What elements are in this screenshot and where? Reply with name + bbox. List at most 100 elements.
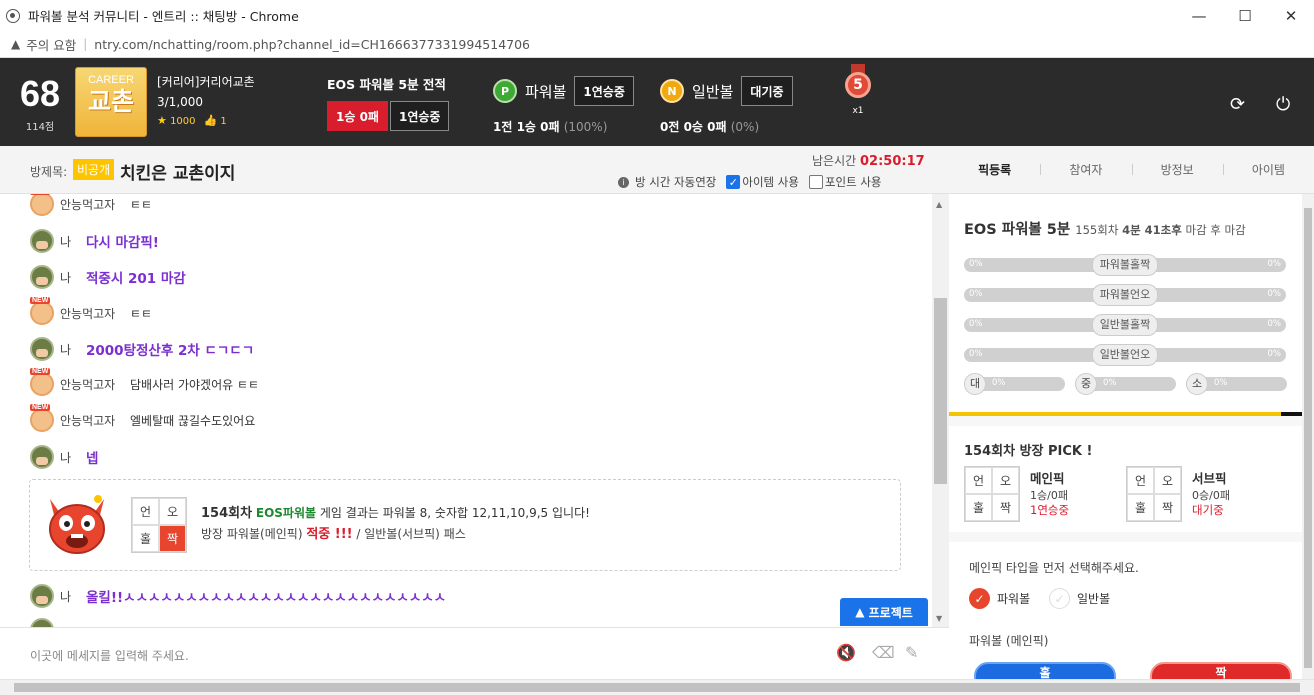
- host-sub-pick: / 일반볼(서브픽): [356, 527, 440, 541]
- power-icon[interactable]: ⏻: [1276, 94, 1290, 115]
- chat-author: 나: [60, 589, 72, 604]
- user-info: [커리어]커리어교촌 3/1,000 ★ 1000 👍 1: [157, 73, 255, 127]
- panel-countdown: 4분 41초후: [1122, 223, 1182, 237]
- chat-message: 나 다시 마감픽!: [30, 229, 159, 253]
- chat-author[interactable]: 안능먹고자: [60, 196, 130, 213]
- warning-icon: ▲: [11, 37, 21, 51]
- bar-right-pct: 0%: [1267, 319, 1282, 329]
- item-use-checkbox[interactable]: ✓: [726, 175, 741, 189]
- game-status-badge: 1연승중: [574, 76, 634, 106]
- eos-record: EOS 파워볼 5분 전적 1승 0패 1연승중: [327, 74, 450, 131]
- game-stat: 0전 0승 0패: [660, 120, 727, 134]
- project-button[interactable]: ▲ 프로젝트: [840, 598, 928, 626]
- game-name: 파워볼: [525, 82, 567, 101]
- auto-extend-label: 방 시간 자동연장: [635, 175, 717, 189]
- odd-pick-button[interactable]: 홀: [974, 662, 1116, 679]
- minimize-button[interactable]: —: [1176, 0, 1222, 31]
- result-text: 게임 결과는 파워볼 8, 숫자합 12,11,10,9,5 입니다!: [319, 506, 590, 520]
- game-name: 일반볼: [692, 82, 734, 101]
- even-pick-button[interactable]: 짝: [1150, 662, 1292, 679]
- chat-message: 나 올킬!!ㅅㅅㅅㅅㅅㅅㅅㅅㅅㅅㅅㅅㅅㅅㅅㅅㅅㅅㅅㅅㅅㅅㅅㅅㅅㅅ: [30, 584, 446, 608]
- scroll-down-icon[interactable]: ▼: [936, 614, 942, 623]
- size-pct: 0%: [1103, 378, 1117, 388]
- panel-scroll-thumb[interactable]: [1304, 208, 1312, 668]
- game-result-notice: 언 오 홀 짝 154회차 EOS파워볼 게임 결과는 파워볼 8, 숫자합 1…: [29, 479, 901, 571]
- point-use-label[interactable]: 포인트 사용: [825, 174, 882, 190]
- user-avatar[interactable]: [30, 404, 54, 432]
- point-use-checkbox[interactable]: [808, 175, 823, 189]
- panel-deadline: 마감 후 마감: [1185, 223, 1246, 237]
- site-favicon-icon: [6, 8, 20, 23]
- room-title-label: 방제목:: [30, 165, 68, 179]
- star-icon: ★: [157, 114, 167, 127]
- maximize-button[interactable]: ☐: [1222, 0, 1268, 31]
- user-avatar[interactable]: [30, 445, 54, 469]
- user-avatar[interactable]: [30, 194, 54, 216]
- bar-label: 일반볼언오: [1092, 344, 1158, 366]
- chat-area[interactable]: 안능먹고자 ㅌㅌ 나 다시 마감픽! 나 적중시 201 마감 안능먹고자 ㅌㅌ…: [0, 194, 932, 627]
- thumbs-up-icon: 👍: [203, 114, 218, 127]
- chat-input[interactable]: 이곳에 메세지를 입력해 주세요.: [30, 647, 189, 664]
- size-ratio-bar: 중 0%: [1075, 373, 1176, 395]
- eos-streak-badge: 1연승중: [389, 101, 450, 131]
- round-timer-fill: [949, 412, 1281, 416]
- horizontal-scrollbar[interactable]: [0, 679, 1314, 695]
- user-count: 3/1,000: [157, 95, 204, 109]
- medal[interactable]: 5 x1: [842, 64, 874, 116]
- pick-section-title: 파워볼 (메인픽): [969, 634, 1049, 648]
- eraser-icon[interactable]: ⌫: [872, 643, 895, 662]
- normalball-coin-icon: N: [660, 79, 684, 103]
- radio-powerball[interactable]: ✓ 파워볼: [969, 588, 1030, 609]
- security-warning[interactable]: 주의 요함: [26, 35, 76, 54]
- chat-message: 안능먹고자 ㅌㅌ: [30, 194, 152, 216]
- size-ratio-bar: 대 0%: [964, 373, 1065, 395]
- user-avatar[interactable]: [30, 337, 54, 361]
- main-pick-status: 1연승중: [1030, 503, 1070, 517]
- chat-text: 넵: [86, 451, 99, 467]
- user-avatar[interactable]: [30, 368, 54, 396]
- tab-room-info[interactable]: 방정보: [1131, 161, 1223, 178]
- user-avatar[interactable]: [30, 297, 54, 325]
- mute-icon[interactable]: 🔇: [836, 643, 856, 662]
- item-use-label[interactable]: 아이템 사용: [742, 174, 799, 190]
- refresh-icon[interactable]: ⟳: [1230, 94, 1245, 115]
- main-pick-label: 메인픽: [1030, 471, 1065, 486]
- panel-tabs: 픽등록 참여자 방정보 아이템: [949, 146, 1314, 194]
- chat-message: 안능먹고자 담배사러 가야겠어유 ㅌㅌ: [30, 368, 259, 396]
- result-pick-line: 방장 파워볼(메인픽) 적중 !!! / 일반볼(서브픽) 패스: [201, 523, 466, 542]
- tab-participants[interactable]: 참여자: [1040, 161, 1131, 178]
- user-avatar[interactable]: [30, 618, 54, 627]
- radio-normalball[interactable]: ✓ 일반볼: [1049, 588, 1110, 609]
- chat-scroll-thumb[interactable]: [934, 298, 947, 484]
- host-pick-card: 154회차 방장 PICK ! 언 오 홀 짝 메인픽 1승/0패 1연승중 언…: [949, 426, 1302, 532]
- chat-message: 안능먹고자 ㅌㅌ: [30, 297, 152, 325]
- game-pct: (0%): [730, 120, 760, 134]
- user-avatar[interactable]: [30, 584, 54, 608]
- scroll-up-icon[interactable]: ▲: [936, 200, 942, 209]
- grid-cell-active: 짝: [159, 525, 186, 552]
- window-titlebar: 파워볼 분석 커뮤니티 - 엔트리 :: 채팅방 - Chrome — ☐ ✕: [0, 0, 1314, 31]
- panel-scrollbar[interactable]: [1302, 194, 1314, 679]
- close-button[interactable]: ✕: [1268, 0, 1314, 31]
- url-text[interactable]: ntry.com/nchatting/room.php?channel_id=C…: [94, 37, 530, 52]
- chat-scrollbar[interactable]: ▲ ▼: [932, 194, 949, 627]
- magic-wand-icon[interactable]: ✎: [905, 643, 918, 662]
- chat-author[interactable]: 안능먹고자: [60, 412, 130, 429]
- user-avatar[interactable]: [30, 229, 54, 253]
- tab-items[interactable]: 아이템: [1222, 161, 1314, 178]
- tab-pick-register[interactable]: 픽등록: [949, 161, 1040, 178]
- chat-message: 나 2000탕정산후 2차 ㄷㄱㄷㄱ: [30, 337, 254, 361]
- horizontal-scroll-thumb[interactable]: [14, 683, 1300, 692]
- bar-right-pct: 0%: [1267, 349, 1282, 359]
- user-avatar[interactable]: [30, 265, 54, 289]
- pick-ratio-bar: 0% 일반볼홀짝 0%: [964, 314, 1286, 336]
- chat-author[interactable]: 안능먹고자: [60, 305, 130, 322]
- user-level: 68 114점: [12, 74, 68, 134]
- address-bar[interactable]: ▲ 주의 요함 | ntry.com/nchatting/room.php?ch…: [0, 31, 1314, 58]
- grid-cell: 짝: [1154, 494, 1181, 521]
- chat-author: 나: [60, 270, 72, 285]
- bar-left-pct: 0%: [969, 319, 983, 329]
- grid-cell: 언: [1127, 467, 1154, 494]
- bar-left-pct: 0%: [969, 259, 983, 269]
- chat-author[interactable]: 안능먹고자: [60, 376, 130, 393]
